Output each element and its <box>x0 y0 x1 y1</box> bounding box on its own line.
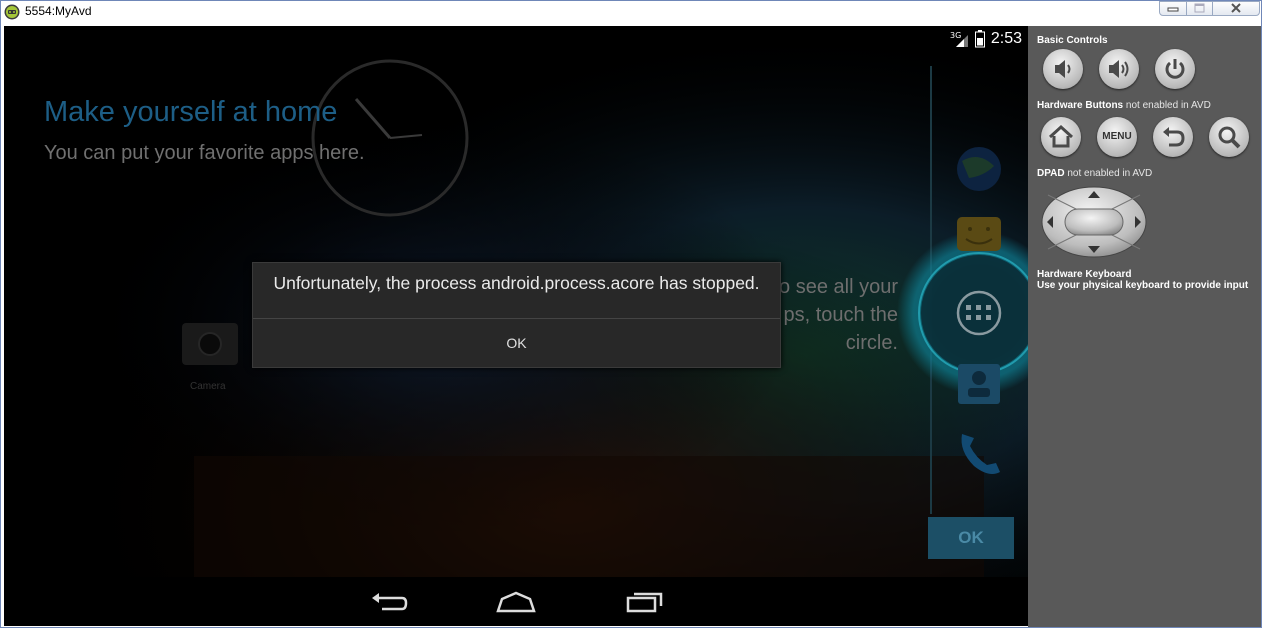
camera-app-icon <box>182 323 238 365</box>
messaging-icon <box>957 217 1001 251</box>
maximize-icon <box>1194 3 1205 13</box>
dpad-control[interactable] <box>1040 185 1148 259</box>
battery-icon <box>975 30 985 48</box>
cling-ok-button[interactable]: OK <box>928 517 1014 559</box>
device-screen[interactable]: 3G 2:53 Make yourself at home You can pu… <box>4 26 1028 626</box>
hardware-keyboard-note: Use your physical keyboard to provide in… <box>1037 280 1249 291</box>
dialog-ok-button[interactable]: OK <box>253 319 780 367</box>
back-hardware-button[interactable] <box>1153 117 1193 157</box>
navigation-bar <box>4 577 1028 626</box>
contacts-icon <box>958 364 1000 404</box>
dpad-label: DPAD <box>1037 168 1065 179</box>
cling-title: Make yourself at home <box>44 96 338 128</box>
emulator-window: 5554:MyAvd 3G 2:53 Make yourself at home… <box>0 0 1262 628</box>
minimize-icon <box>1167 7 1179 12</box>
home-icon[interactable] <box>496 591 536 613</box>
signal-3g-icon: 3G <box>950 31 968 47</box>
android-app-icon <box>4 4 20 20</box>
error-dialog: Unfortunately, the process android.proce… <box>252 262 781 368</box>
emulator-controls-panel: Basic Controls Hardware Buttons not enab… <box>1028 26 1261 627</box>
basic-controls-title: Basic Controls <box>1037 35 1108 46</box>
recent-apps-icon[interactable] <box>626 591 664 613</box>
house-icon <box>1048 124 1074 148</box>
menu-hardware-button[interactable]: MENU <box>1097 117 1137 157</box>
dialog-message: Unfortunately, the process android.proce… <box>273 273 760 293</box>
close-icon <box>1231 3 1241 13</box>
dpad-note: not enabled in AVD <box>1067 168 1153 179</box>
home-hardware-button[interactable] <box>1041 117 1081 157</box>
window-titlebar[interactable]: 5554:MyAvd <box>1 1 1261 25</box>
hardware-buttons-label: Hardware Buttons <box>1037 100 1124 111</box>
search-hardware-button[interactable] <box>1209 117 1249 157</box>
menu-button-label: MENU <box>1102 131 1132 142</box>
status-bar: 3G 2:53 <box>4 26 1028 51</box>
hardware-keyboard-title: Hardware Keyboard <box>1037 269 1132 280</box>
volume-up-icon <box>1109 60 1129 78</box>
maximize-button[interactable] <box>1186 1 1213 16</box>
close-button[interactable] <box>1212 1 1260 16</box>
window-title: 5554:MyAvd <box>25 4 92 18</box>
power-icon <box>1165 59 1185 79</box>
hardware-buttons-title: Hardware Buttons not enabled in AVD <box>1037 100 1211 111</box>
volume-up-button[interactable] <box>1099 49 1139 89</box>
camera-app-label: Camera <box>190 381 226 392</box>
search-icon <box>1218 126 1241 149</box>
browser-icon <box>957 147 1001 191</box>
power-button[interactable] <box>1155 49 1195 89</box>
minimize-button[interactable] <box>1159 1 1187 16</box>
volume-down-icon <box>1055 60 1071 78</box>
volume-down-button[interactable] <box>1043 49 1083 89</box>
back-arrow-icon <box>1163 127 1185 147</box>
network-type-label: 3G <box>950 31 961 40</box>
cling-subtitle: You can put your favorite apps here. <box>44 142 365 164</box>
status-clock: 2:53 <box>990 30 1022 47</box>
hardware-buttons-note: not enabled in AVD <box>1125 100 1211 111</box>
dpad-title: DPAD not enabled in AVD <box>1037 168 1152 179</box>
back-icon[interactable] <box>368 589 408 617</box>
